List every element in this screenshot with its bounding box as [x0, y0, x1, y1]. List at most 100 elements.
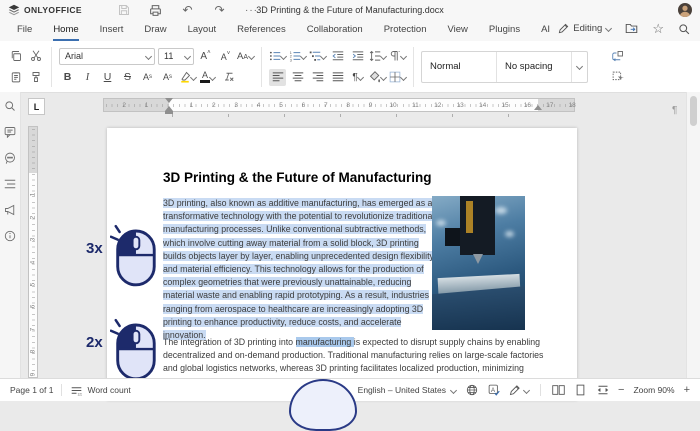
save-icon[interactable] — [116, 3, 131, 18]
line-spacing-icon[interactable] — [369, 48, 388, 65]
borders-icon[interactable] — [389, 69, 408, 86]
printer-photo-image[interactable] — [432, 196, 525, 330]
underline-button[interactable]: U — [99, 69, 116, 86]
vertical-scrollbar[interactable] — [686, 92, 700, 378]
track-changes-icon[interactable] — [509, 384, 531, 396]
more-actions-icon[interactable]: ··· — [244, 3, 259, 18]
copy-icon[interactable] — [7, 48, 24, 65]
onlyoffice-logo-icon — [8, 4, 20, 16]
format-painter-icon[interactable] — [27, 69, 44, 86]
editing-mode-dropdown[interactable]: Editing — [558, 23, 613, 34]
ruler-number: 1 — [29, 193, 37, 197]
increase-font-icon[interactable]: A˄ — [197, 48, 214, 65]
bullets-icon[interactable] — [269, 48, 288, 65]
tab-home[interactable]: Home — [53, 21, 79, 41]
favorite-star-icon[interactable]: ☆ — [652, 22, 664, 35]
right-indent-marker[interactable] — [534, 105, 542, 110]
tab-insert[interactable]: Insert — [100, 21, 124, 41]
globe-icon[interactable] — [465, 384, 478, 397]
open-file-location-icon[interactable] — [625, 22, 638, 35]
fit-page-icon[interactable] — [574, 384, 587, 397]
search-icon[interactable] — [4, 100, 16, 112]
align-center-button[interactable] — [289, 69, 306, 86]
spellcheck-icon[interactable]: A — [487, 384, 500, 397]
default-tab-stops — [172, 114, 552, 117]
tab-ai[interactable]: AI — [541, 21, 550, 41]
formatting-toolbar: Arial 11 A˄ A˅ AA B I U S As As A 1 2 3 … — [0, 41, 700, 93]
select-all-icon[interactable] — [609, 69, 626, 86]
numbering-icon[interactable]: 123 — [289, 48, 308, 65]
redo-icon[interactable]: ↷ — [212, 3, 227, 18]
justify-button[interactable] — [329, 69, 346, 86]
language-selector[interactable]: English – United States — [358, 385, 458, 395]
chat-icon[interactable] — [4, 152, 16, 164]
navigation-icon[interactable] — [4, 178, 16, 190]
bold-button[interactable]: B — [59, 69, 76, 86]
align-left-button[interactable] — [269, 68, 287, 86]
sidebar-view-icon[interactable] — [552, 384, 565, 397]
document-page[interactable]: 3D Printing & the Future of Manufacturin… — [107, 128, 577, 400]
feedback-icon[interactable] — [4, 204, 16, 216]
shading-icon[interactable] — [369, 69, 388, 86]
style-normal[interactable]: Normal — [422, 51, 498, 82]
paragraph-settings-icon[interactable] — [389, 48, 408, 65]
multilevel-list-icon[interactable] — [309, 48, 328, 65]
triple-click-mouse-icon — [110, 224, 160, 288]
ruler-number: 11 — [412, 101, 419, 109]
tab-stop-selector[interactable]: L — [28, 98, 45, 115]
avatar[interactable] — [678, 3, 692, 17]
align-right-button[interactable] — [309, 69, 326, 86]
ruler-number: 6 — [29, 305, 37, 309]
about-icon[interactable] — [4, 230, 16, 242]
subscript-button[interactable]: As — [159, 69, 176, 86]
fit-width-icon[interactable] — [596, 384, 609, 397]
font-name-combo[interactable]: Arial — [59, 47, 155, 65]
scrollbar-thumb[interactable] — [689, 96, 697, 126]
search-icon[interactable] — [678, 23, 690, 35]
font-size-combo[interactable]: 11 — [158, 47, 194, 65]
increase-indent-icon[interactable] — [349, 48, 366, 65]
replace-icon[interactable] — [609, 48, 626, 65]
zoom-out-button[interactable]: − — [618, 384, 624, 396]
tab-layout[interactable]: Layout — [188, 21, 217, 41]
word-count-label[interactable]: Word count — [87, 385, 130, 395]
tab-references[interactable]: References — [237, 21, 286, 41]
left-panel — [0, 92, 21, 386]
ruler-number: 2 — [122, 101, 126, 109]
styles-gallery: Normal No spacing — [421, 50, 589, 83]
h-ruler[interactable]: 1 2 1 2 3 4 5 6 7 8 9 10 11 12 13 14 15 16 17 18 — [103, 98, 576, 114]
clear-formatting-icon[interactable] — [219, 69, 236, 86]
ruler-number: 1 — [189, 101, 194, 109]
tab-draw[interactable]: Draw — [144, 21, 166, 41]
ruler-number: 8 — [346, 101, 350, 109]
tab-plugins[interactable]: Plugins — [489, 21, 520, 41]
zoom-in-button[interactable]: + — [684, 384, 690, 396]
first-line-indent-marker[interactable] — [165, 98, 173, 103]
nonprinting-characters-icon[interactable]: ¶ — [349, 69, 366, 86]
paste-icon[interactable] — [7, 69, 24, 86]
left-indent-marker[interactable] — [165, 106, 173, 114]
cut-icon[interactable] — [27, 48, 44, 65]
tab-file[interactable]: File — [17, 21, 32, 41]
undo-icon[interactable]: ↶ — [180, 3, 195, 18]
comments-icon[interactable] — [4, 126, 16, 138]
style-no-spacing[interactable]: No spacing — [497, 51, 573, 82]
superscript-button[interactable]: As — [139, 69, 156, 86]
paragraph-1[interactable]: 3D printing, also known as additive manu… — [163, 197, 437, 342]
font-color-button[interactable]: A — [199, 69, 217, 86]
italic-button[interactable]: I — [79, 69, 96, 86]
tab-collaboration[interactable]: Collaboration — [307, 21, 363, 41]
decrease-indent-icon[interactable] — [329, 48, 346, 65]
strikethrough-button[interactable]: S — [119, 69, 136, 86]
change-case-icon[interactable]: AA — [237, 48, 256, 65]
styles-expand-icon[interactable] — [572, 52, 587, 82]
decrease-font-icon[interactable]: A˅ — [217, 48, 234, 65]
zoom-level[interactable]: Zoom 90% — [633, 385, 674, 395]
tab-protection[interactable]: Protection — [384, 21, 427, 41]
highlight-color-button[interactable] — [179, 69, 198, 86]
page-count[interactable]: Page 1 of 1 — [10, 385, 53, 395]
tab-view[interactable]: View — [447, 21, 467, 41]
print-icon[interactable] — [148, 3, 163, 18]
v-ruler[interactable]: 1 2 3 4 5 6 7 8 9 — [28, 126, 38, 378]
paragraph-mark-icon: ¶ — [672, 105, 678, 116]
